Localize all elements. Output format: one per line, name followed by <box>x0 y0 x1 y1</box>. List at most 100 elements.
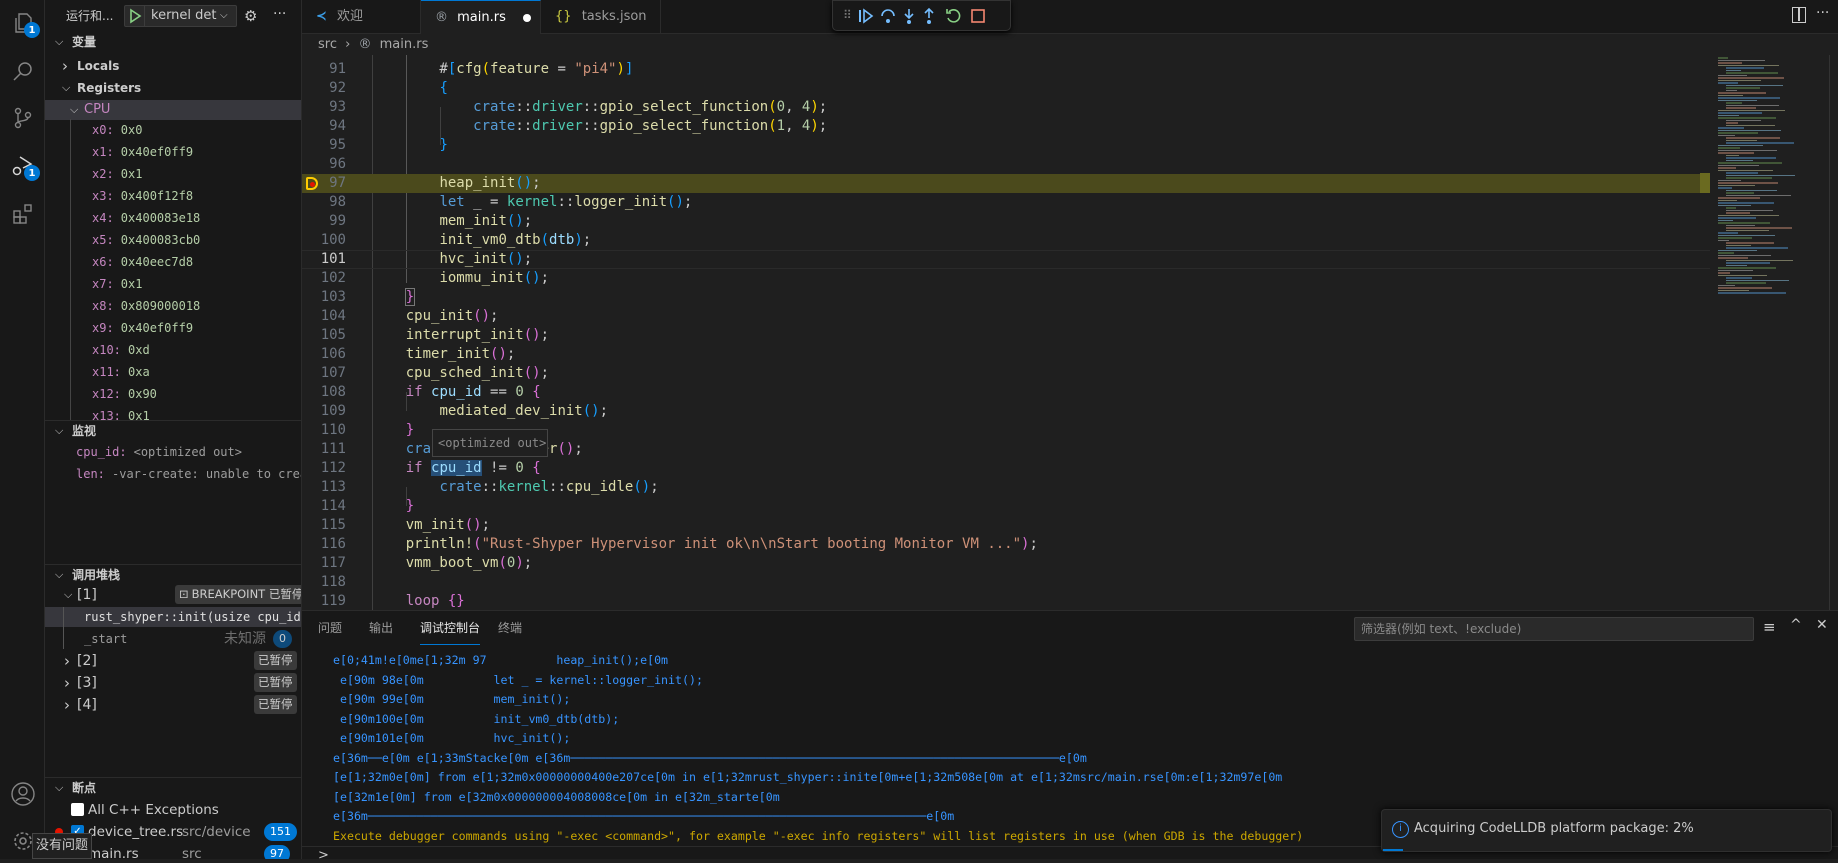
code-line[interactable]: 109 mediated_dev_init(); <box>302 402 1710 421</box>
section-header-variables[interactable]: ⌵ 变量 <box>45 32 301 52</box>
tab-welcome[interactable]: ≺ 欢迎 <box>302 0 421 34</box>
code-line[interactable]: 100 init_vm0_dtb(dtb); <box>302 231 1710 250</box>
call-stack-thread[interactable]: ⌵ [1] ⊡ BREAKPOINT 已暂停 <box>45 585 301 605</box>
run-debug-icon[interactable]: 1 <box>8 151 40 181</box>
section-header-call-stack[interactable]: ⌵ 调用堆栈 <box>45 565 301 585</box>
close-panel-icon[interactable]: ✕ <box>1816 617 1828 633</box>
step-over-icon[interactable] <box>879 7 897 25</box>
code-line[interactable]: 108 if cpu_id == 0 { <box>302 383 1710 402</box>
accounts-icon[interactable] <box>8 779 38 809</box>
code-line[interactable]: 103 } <box>302 288 1710 307</box>
code-line[interactable]: 106 timer_init(); <box>302 345 1710 364</box>
code-line[interactable]: 104 cpu_init(); <box>302 307 1710 326</box>
panel-tab-active[interactable]: 调试控制台 <box>420 619 481 645</box>
code-editor[interactable]: 91 #[cfg(feature = "pi4")] 92 {93 crate::… <box>302 55 1712 610</box>
code-line[interactable]: 93 crate::driver::gpio_select_function(0… <box>302 98 1710 117</box>
code-line[interactable]: 115 vm_init(); <box>302 516 1710 535</box>
code-line[interactable]: 105 interrupt_init(); <box>302 326 1710 345</box>
code-line[interactable]: 107 cpu_sched_init(); <box>302 364 1710 383</box>
code-line[interactable]: 119 loop {} <box>302 592 1710 610</box>
code-line[interactable]: 95 } <box>302 136 1710 155</box>
chevron-right-icon[interactable]: › <box>62 56 68 76</box>
run-config-dropdown[interactable]: kernel det ⌵ <box>124 5 237 27</box>
tab-main-rs[interactable]: ® main.rs <box>421 0 541 34</box>
code-line[interactable]: 99 mem_init(); <box>302 212 1710 231</box>
chevron-down-icon[interactable]: ⌵ <box>62 78 70 98</box>
code-line[interactable]: 112 if cpu_id != 0 { <box>302 459 1710 478</box>
step-into-icon[interactable] <box>900 7 918 25</box>
tree-item-locals[interactable]: › Locals <box>45 56 301 76</box>
breakpoint-item[interactable]: All C++ Exceptions <box>45 800 301 820</box>
chevron-right-icon[interactable]: › <box>64 673 70 693</box>
call-stack-thread[interactable]: › [2] 已暂停 <box>45 651 301 671</box>
panel-tab[interactable]: 输出 <box>369 619 393 645</box>
call-stack-thread[interactable]: › [4] 已暂停 <box>45 695 301 715</box>
code-line[interactable]: 101 hvc_init(); <box>302 250 1710 269</box>
continue-icon[interactable] <box>857 7 875 25</box>
register-item[interactable]: x4: 0x400083e18 <box>45 209 301 228</box>
minimap[interactable] <box>1714 55 1824 610</box>
extensions-icon[interactable] <box>8 199 38 229</box>
unsaved-dot-icon[interactable] <box>523 14 531 22</box>
notification-toast[interactable]: i Acquiring CodeLLDB platform package: 2… <box>1381 809 1832 852</box>
console-prompt[interactable]: > <box>318 848 329 863</box>
more-actions-icon[interactable]: ··· <box>273 5 286 25</box>
chevron-down-icon[interactable]: ⌵ <box>55 32 63 52</box>
chevron-down-icon[interactable]: ⌵ <box>55 421 63 441</box>
code-line[interactable]: 98 let _ = kernel::logger_init(); <box>302 193 1710 212</box>
code-line[interactable]: 102 iommu_init(); <box>302 269 1710 288</box>
tree-item-registers[interactable]: ⌵ Registers <box>45 78 301 98</box>
breakpoint-checkbox[interactable] <box>71 803 84 816</box>
step-out-icon[interactable] <box>920 7 938 25</box>
register-item[interactable]: x2: 0x1 <box>45 165 301 184</box>
call-stack-frame[interactable]: _start 未知源 0 <box>45 629 301 649</box>
vertical-scrollbar[interactable] <box>1829 55 1830 610</box>
register-item[interactable]: x12: 0x90 <box>45 385 301 404</box>
register-item[interactable]: x11: 0xa <box>45 363 301 382</box>
chevron-right-icon[interactable]: › <box>64 695 70 715</box>
section-header-breakpoints[interactable]: ⌵ 断点 <box>45 778 301 798</box>
restart-icon[interactable] <box>944 7 962 25</box>
register-item[interactable]: x8: 0x809000018 <box>45 297 301 316</box>
stop-icon[interactable] <box>969 7 987 25</box>
chevron-down-icon[interactable]: ⌵ <box>64 585 72 605</box>
tree-item-cpu[interactable]: ⌵ CPU <box>45 100 301 120</box>
register-item[interactable]: x3: 0x400f12f8 <box>45 187 301 206</box>
code-line[interactable]: 118 <box>302 573 1710 592</box>
chevron-down-icon[interactable]: ⌵ <box>55 565 63 585</box>
code-line[interactable]: 97 heap_init(); <box>302 174 1710 193</box>
register-item[interactable]: x9: 0x40ef0ff9 <box>45 319 301 338</box>
start-debugging-button[interactable] <box>125 6 145 26</box>
explorer-icon[interactable]: 1 <box>8 8 40 38</box>
register-item[interactable]: x10: 0xd <box>45 341 301 360</box>
tab-tasks-json[interactable]: {} tasks.json <box>541 0 661 34</box>
clear-console-icon[interactable]: ≡ <box>1763 618 1776 636</box>
panel-tab[interactable]: 终端 <box>498 619 522 645</box>
code-line[interactable]: 91 #[cfg(feature = "pi4")] <box>302 60 1710 79</box>
source-control-icon[interactable] <box>8 103 38 133</box>
breadcrumb-file[interactable]: main.rs <box>380 37 429 52</box>
split-editor-icon[interactable] <box>1792 7 1806 23</box>
search-icon[interactable] <box>8 56 38 86</box>
call-stack-frame[interactable]: rust_shyper::init(usize cpu_id, *r <box>45 607 301 627</box>
code-line[interactable]: 94 crate::driver::gpio_select_function(1… <box>302 117 1710 136</box>
more-actions-icon[interactable]: ··· <box>1816 5 1829 21</box>
register-item[interactable]: x1: 0x40ef0ff9 <box>45 143 301 162</box>
panel-tab[interactable]: 问题 <box>318 619 342 645</box>
chevron-down-icon[interactable]: ⌵ <box>55 778 63 798</box>
open-launch-json-gear-icon[interactable]: ⚙ <box>244 5 257 27</box>
breadcrumb-folder[interactable]: src <box>318 37 337 52</box>
register-item[interactable]: x5: 0x400083cb0 <box>45 231 301 250</box>
section-header-watch[interactable]: ⌵ 监视 <box>45 421 301 441</box>
code-line[interactable]: 117 vmm_boot_vm(0); <box>302 554 1710 573</box>
code-line[interactable]: 92 { <box>302 79 1710 98</box>
chevron-right-icon[interactable]: › <box>64 651 70 671</box>
code-line[interactable]: 116 println!("Rust-Shyper Hypervisor ini… <box>302 535 1710 554</box>
maximize-panel-chevron-up-icon[interactable]: ^ <box>1790 617 1802 633</box>
drag-handle-icon[interactable]: ⠿ <box>843 8 852 22</box>
register-item[interactable]: x7: 0x1 <box>45 275 301 294</box>
register-item[interactable]: x0: 0x0 <box>45 121 301 140</box>
watch-item[interactable]: cpu_id: <optimized out> <box>45 442 301 462</box>
code-line[interactable]: 113 crate::kernel::cpu_idle(); <box>302 478 1710 497</box>
watch-item[interactable]: len: -var-create: unable to creat… <box>45 464 301 484</box>
